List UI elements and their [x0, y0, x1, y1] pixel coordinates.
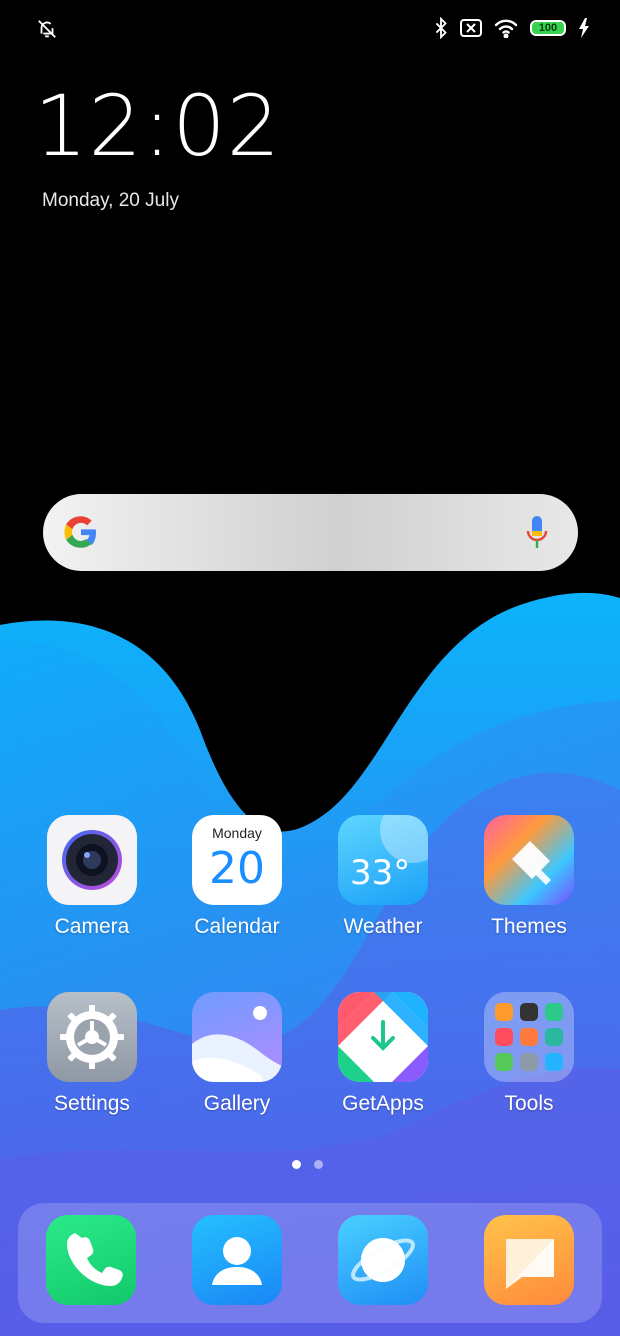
status-bar: 100: [0, 0, 620, 58]
getapps-icon: [338, 992, 428, 1082]
clock-time[interactable]: 12:02: [34, 84, 281, 168]
phone-icon[interactable]: [46, 1215, 136, 1305]
calendar-day: Monday: [212, 825, 262, 841]
app-label: Weather: [343, 915, 423, 938]
app-themes[interactable]: Themes: [459, 815, 599, 939]
wifi-icon: [494, 19, 518, 38]
bluetooth-icon: [435, 17, 447, 39]
contacts-icon[interactable]: [192, 1215, 282, 1305]
app-weather[interactable]: 33° Weather: [313, 815, 453, 939]
app-label: Calendar: [194, 915, 280, 938]
weather-temperature: 33°: [350, 853, 411, 893]
app-gallery[interactable]: Gallery: [167, 992, 307, 1116]
battery-indicator: 100: [530, 20, 566, 36]
settings-icon: [47, 992, 137, 1082]
app-label: Camera: [54, 915, 130, 938]
app-label: Gallery: [203, 1092, 271, 1115]
alarm-off-icon: [38, 20, 56, 38]
weather-icon: 33°: [338, 815, 428, 905]
app-label: Settings: [54, 1092, 130, 1115]
page-dot[interactable]: [314, 1160, 323, 1169]
dock: [18, 1203, 602, 1323]
sim-off-icon: [460, 19, 482, 37]
messages-icon[interactable]: [484, 1215, 574, 1305]
app-camera[interactable]: Camera: [22, 815, 162, 939]
charging-icon: [579, 18, 589, 38]
app-getapps[interactable]: GetApps: [313, 992, 453, 1116]
google-search-bar[interactable]: [43, 494, 578, 571]
clock-date[interactable]: Monday, 20 July: [42, 190, 179, 212]
app-label: GetApps: [342, 1092, 424, 1115]
app-calendar[interactable]: Monday 20 Calendar: [167, 815, 307, 939]
calendar-icon: Monday 20: [192, 815, 282, 905]
themes-icon: [484, 815, 574, 905]
camera-icon: [47, 815, 137, 905]
google-logo-icon: [64, 516, 96, 548]
app-label: Tools: [504, 1092, 554, 1115]
gallery-icon: [192, 992, 282, 1082]
browser-icon[interactable]: [338, 1215, 428, 1305]
page-indicator: [292, 1160, 323, 1169]
calendar-date-number: 20: [209, 843, 265, 894]
microphone-icon[interactable]: [526, 514, 548, 550]
app-folder-tools[interactable]: Tools: [459, 992, 599, 1116]
app-settings[interactable]: Settings: [22, 992, 162, 1116]
page-dot-active[interactable]: [292, 1160, 301, 1169]
app-label: Themes: [491, 915, 567, 938]
folder-icon: [484, 992, 574, 1082]
